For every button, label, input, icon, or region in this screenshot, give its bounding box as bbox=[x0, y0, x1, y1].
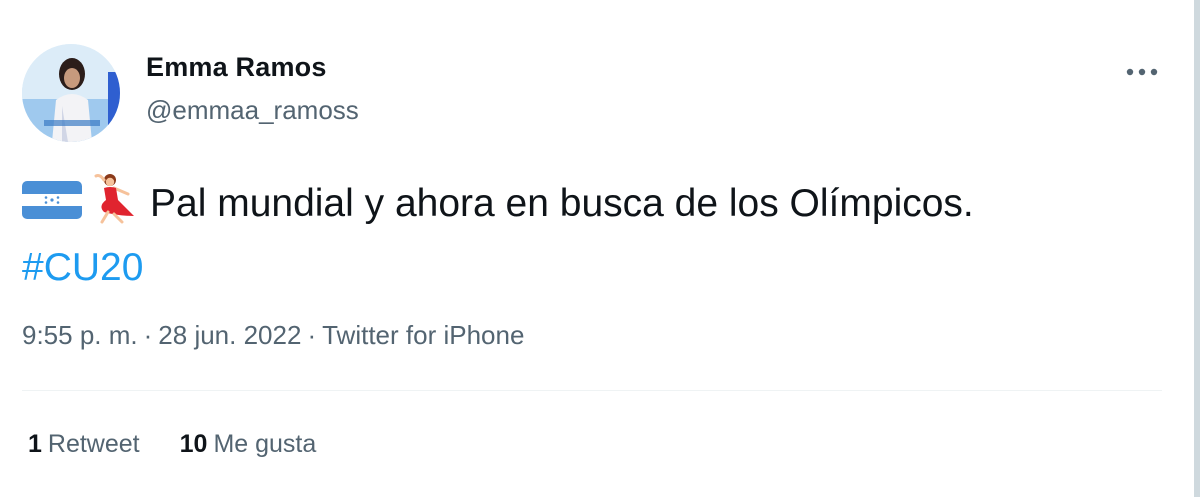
divider bbox=[22, 390, 1162, 391]
meta-separator: · bbox=[143, 320, 153, 350]
tweet-text-content: Pal mundial y ahora en busca de los Olím… bbox=[150, 182, 974, 225]
tweet-meta: 9:55 p. m. · 28 jun. 2022 · Twitter for iPho… bbox=[22, 320, 524, 351]
retweets-label: Retweet bbox=[47, 430, 140, 458]
more-horizontal-icon bbox=[1126, 68, 1158, 76]
tweet-stats: 1 Retweet 10 Me gusta bbox=[28, 430, 356, 459]
honduras-flag-icon bbox=[22, 179, 82, 235]
tweet-time-link[interactable]: 9:55 p. m. bbox=[22, 320, 138, 350]
retweets-count: 1 bbox=[28, 430, 42, 458]
tweet-date: 28 jun. 2022 bbox=[158, 320, 302, 350]
tweet-date-link[interactable]: 28 jun. 2022 bbox=[158, 320, 301, 350]
tweet-text: Pal mundial y ahora en busca de los Olím… bbox=[22, 172, 1172, 296]
tweet-source-link[interactable]: Twitter for iPhone bbox=[322, 320, 524, 350]
more-options-button[interactable] bbox=[1116, 56, 1168, 88]
tweet-card: Emma Ramos @emmaa_ramoss Pal mundial y a… bbox=[0, 0, 1200, 497]
hashtag-link[interactable]: #CU20 bbox=[22, 246, 143, 289]
likes-label: Me gusta bbox=[213, 430, 317, 458]
likes-stat[interactable]: 10 Me gusta bbox=[180, 430, 317, 459]
retweets-stat[interactable]: 1 Retweet bbox=[28, 430, 140, 459]
dancer-icon bbox=[88, 172, 138, 240]
avatar[interactable] bbox=[22, 44, 120, 142]
avatar-image bbox=[22, 44, 120, 142]
tweet-time: 9:55 p. m. bbox=[22, 320, 138, 350]
likes-count: 10 bbox=[179, 430, 208, 458]
author-display-name[interactable]: Emma Ramos bbox=[146, 52, 327, 83]
author-handle[interactable]: @emmaa_ramoss bbox=[146, 95, 359, 126]
meta-separator: · bbox=[307, 320, 317, 350]
